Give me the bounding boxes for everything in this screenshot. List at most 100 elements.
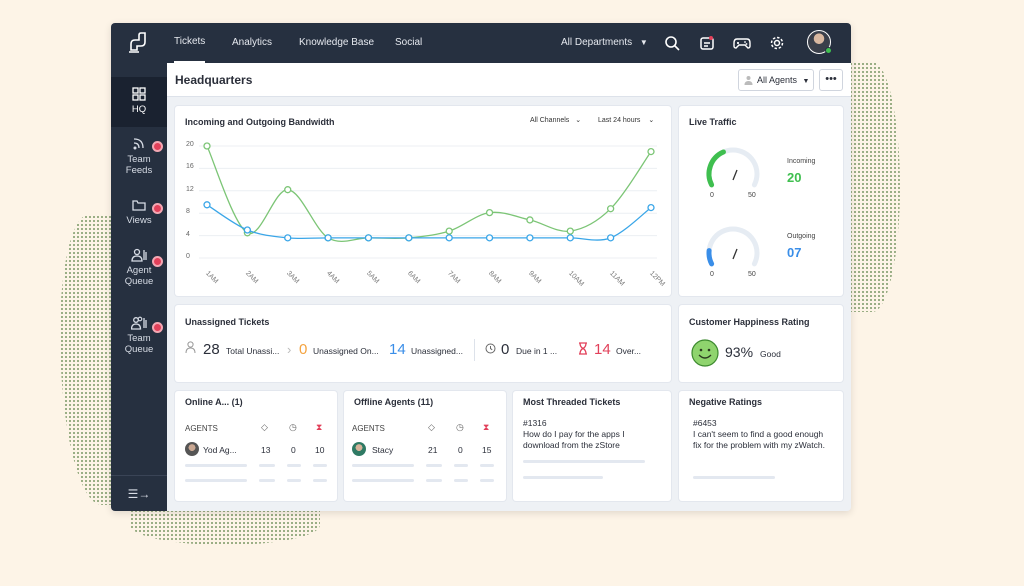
- live-traffic-title: Live Traffic: [689, 117, 737, 127]
- notification-badge: [152, 141, 163, 152]
- clock-icon: ◷: [456, 422, 464, 432]
- series-point-1[interactable]: [485, 234, 494, 242]
- online-agents-card: Online A... (1) AGENTS ◇ ◷ ⧗ Yod Ag... 1…: [175, 391, 337, 501]
- placeholder-bar: [480, 479, 494, 482]
- sidebar: HQ Team Feeds Views Agent Queue Team Que…: [111, 63, 167, 511]
- ticket-icon: ◇: [428, 422, 435, 432]
- placeholder-bar: [480, 464, 494, 467]
- happiness-percent: 93%: [725, 344, 754, 360]
- bandwidth-chart-svg: [199, 142, 657, 259]
- tab-knowledge-base[interactable]: Knowledge Base: [299, 23, 374, 63]
- unassigned-count-label: Unassigned...: [411, 346, 463, 356]
- threaded-ticket-id[interactable]: #1316: [523, 418, 547, 429]
- total-unassigned-value: 28: [203, 341, 220, 358]
- unassigned-online-label: Unassigned On...: [313, 346, 379, 356]
- gamepad-icon[interactable]: [733, 35, 751, 51]
- sidebar-item-team-feeds[interactable]: Team Feeds: [111, 137, 167, 185]
- series-point-0[interactable]: [203, 142, 211, 150]
- desk-logo-icon[interactable]: [125, 30, 151, 56]
- due-value: 0: [501, 341, 510, 358]
- notification-badge: [152, 203, 163, 214]
- series-point-1[interactable]: [647, 203, 655, 212]
- search-icon[interactable]: [664, 35, 680, 51]
- series-point-1[interactable]: [526, 234, 534, 242]
- collapse-icon: ☰→: [127, 487, 151, 501]
- agent-due-count: 0: [291, 445, 296, 455]
- negative-ticket-text[interactable]: I can't seem to find a good enough fix f…: [693, 429, 833, 451]
- series-line-0: [206, 145, 652, 243]
- placeholder-bar: [259, 479, 275, 482]
- more-options-button[interactable]: •••: [819, 69, 843, 91]
- negative-ratings-title: Negative Ratings: [689, 397, 763, 407]
- series-point-1[interactable]: [606, 234, 615, 242]
- series-point-0[interactable]: [485, 208, 494, 217]
- gauge-needle: [732, 248, 738, 260]
- customer-happiness-card: Customer Happiness Rating 93% Good: [679, 305, 843, 382]
- gauge-fill: [706, 149, 726, 188]
- sidebar-item-label: Views: [126, 215, 152, 226]
- placeholder-bar: [454, 464, 468, 467]
- online-agents-title: Online A... (1): [185, 397, 243, 407]
- offline-agents-title: Offline Agents (11): [354, 397, 434, 407]
- agent-due-count: 0: [458, 445, 463, 455]
- sidebar-item-agent-queue[interactable]: Agent Queue: [111, 248, 167, 296]
- tab-social[interactable]: Social: [395, 23, 422, 63]
- most-threaded-title: Most Threaded Tickets: [523, 397, 621, 407]
- tab-tickets[interactable]: Tickets: [174, 23, 206, 63]
- threaded-ticket-text[interactable]: How do I pay for the apps I download fro…: [523, 429, 653, 451]
- series-point-1[interactable]: [243, 226, 252, 234]
- agents-filter-label: All Agents: [757, 75, 798, 85]
- chevron-right-icon: ›: [287, 342, 292, 357]
- collapse-sidebar-button[interactable]: ☰→: [111, 475, 167, 511]
- dot-pattern-bottom: [130, 505, 320, 545]
- agent-overdue-count: 15: [482, 445, 492, 455]
- agent-name[interactable]: Yod Ag...: [203, 445, 237, 455]
- series-point-1[interactable]: [364, 234, 373, 242]
- unassigned-online-value: 0: [299, 341, 308, 358]
- sidebar-item-views[interactable]: Views: [111, 198, 167, 232]
- y-tick-label: 12: [186, 185, 194, 193]
- agents-filter-dropdown[interactable]: All Agents ▼: [738, 69, 814, 91]
- series-point-0[interactable]: [526, 216, 534, 224]
- placeholder-bar: [185, 464, 247, 467]
- feed-icon: [133, 138, 144, 150]
- series-point-1[interactable]: [566, 234, 574, 242]
- happiness-label: Good: [760, 349, 781, 359]
- notification-badge: [152, 322, 163, 333]
- sidebar-item-team-queue[interactable]: Team Queue: [111, 316, 167, 364]
- series-point-1[interactable]: [445, 234, 453, 242]
- outgoing-gauge: [706, 226, 760, 267]
- bandwidth-chart: 0 4 8 12 16 20 1AM 2AM 3AM 4AM 5AM 6AM 7AM 8AM 9AM 10AM…: [175, 106, 671, 296]
- agent-name[interactable]: Stacy: [372, 445, 393, 455]
- grid-icon: [132, 87, 146, 101]
- series-point-0[interactable]: [284, 186, 292, 194]
- series-point-1[interactable]: [405, 234, 413, 242]
- y-tick-label: 4: [186, 230, 190, 238]
- gear-icon[interactable]: [769, 35, 785, 51]
- new-ticket-icon[interactable]: [699, 35, 715, 51]
- series-point-0[interactable]: [647, 147, 655, 156]
- most-threaded-card: Most Threaded Tickets #1316 How do I pay…: [513, 391, 671, 501]
- placeholder-bar: [426, 479, 442, 482]
- series-point-1[interactable]: [284, 234, 292, 242]
- series-point-0[interactable]: [566, 227, 574, 235]
- gauge-min-label: 0: [710, 271, 714, 278]
- negative-ticket-id[interactable]: #6453: [693, 418, 717, 429]
- placeholder-bar: [185, 479, 247, 482]
- smiley-face-icon: [691, 339, 719, 367]
- series-point-0[interactable]: [445, 227, 453, 235]
- hourglass-icon: [579, 342, 587, 355]
- department-label: All Departments: [561, 37, 633, 48]
- tab-analytics[interactable]: Analytics: [232, 23, 272, 63]
- placeholder-bar: [454, 479, 468, 482]
- page-title: Headquarters: [175, 73, 253, 87]
- due-label: Due in 1 ...: [516, 346, 558, 356]
- series-point-1[interactable]: [324, 234, 332, 242]
- department-selector[interactable]: All Departments ▼: [561, 23, 648, 63]
- incoming-label: Incoming: [787, 158, 816, 165]
- total-unassigned-label: Total Unassi...: [226, 346, 280, 356]
- ticket-icon: ◇: [261, 422, 268, 432]
- series-point-0[interactable]: [606, 205, 615, 213]
- series-point-1[interactable]: [203, 201, 211, 209]
- sidebar-item-hq[interactable]: HQ: [111, 77, 167, 127]
